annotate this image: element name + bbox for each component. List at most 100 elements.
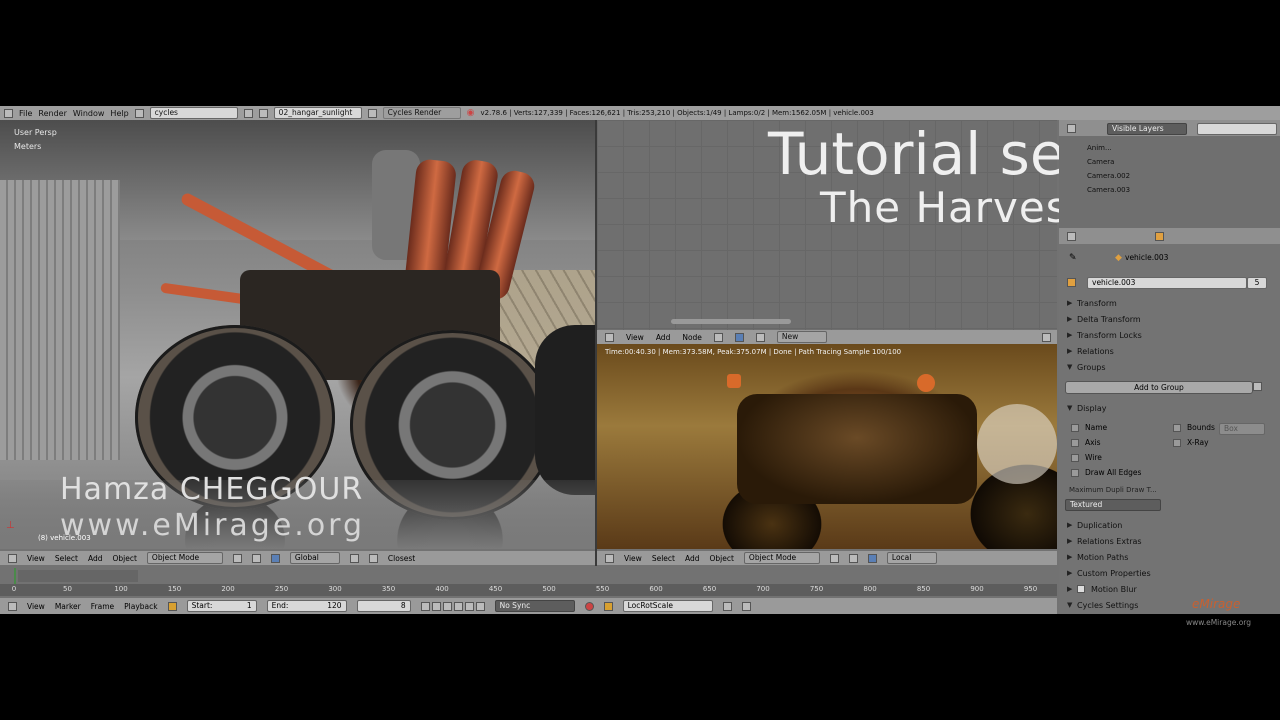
record-icon[interactable] [584,601,594,611]
snap-icon[interactable] [1042,332,1051,342]
menu-add[interactable]: Add [656,333,671,342]
jump-start-icon[interactable] [420,601,430,611]
menu-object[interactable]: Object [709,554,733,563]
rendered-viewport[interactable]: Time:00:40.30 | Mem:373.58M, Peak:375.07… [597,344,1057,549]
add-to-group-button[interactable]: Add to Group [1065,381,1253,394]
keyframe-icon[interactable] [603,601,613,611]
panel-duplication[interactable]: ▶ Duplication [1067,518,1267,532]
motion-blur-checkbox[interactable] [1077,585,1085,593]
menu-render[interactable]: Render [38,109,66,118]
pin-icon[interactable]: ✎ [1069,253,1077,263]
axis-checkbox[interactable]: Axis [1071,438,1101,447]
play-reverse-icon[interactable] [442,601,452,611]
pivot-icon[interactable] [848,553,858,563]
prev-keyframe-icon[interactable] [431,601,441,611]
menu-playback[interactable]: Playback [124,602,157,611]
panel-custom-properties[interactable]: ▶ Custom Properties [1067,566,1267,580]
menu-view[interactable]: View [27,554,45,563]
draw-all-edges-checkbox[interactable]: Draw All Edges [1071,468,1141,477]
menu-object[interactable]: Object [112,554,136,563]
menu-select[interactable]: Select [652,554,675,563]
add-group-plus-icon[interactable] [1253,382,1262,391]
menu-view[interactable]: View [27,602,45,611]
orientation-dropdown[interactable]: Global [289,552,340,564]
panel-transform[interactable]: ▶ Transform [1067,296,1267,310]
menu-file[interactable]: File [19,109,32,118]
editor-type-icon[interactable] [8,553,17,563]
display-mode-dropdown[interactable]: Visible Layers [1107,123,1187,135]
menu-view[interactable]: View [626,333,644,342]
editor-type-icon[interactable] [605,332,614,342]
layers-icon[interactable] [349,553,359,563]
preview-range-icon[interactable] [167,601,177,611]
object-tab-icon[interactable] [1155,232,1164,241]
menu-node[interactable]: Node [682,333,702,342]
pivot-icon[interactable] [251,553,261,563]
outliner-row[interactable]: Camera.002 [1087,172,1130,180]
jump-end-icon[interactable] [475,601,485,611]
snap-target[interactable]: Closest [388,554,415,563]
menu-frame[interactable]: Frame [91,602,114,611]
world-icon[interactable] [755,332,765,342]
node-editor-scrollbar[interactable] [671,319,791,324]
sync-dropdown[interactable]: No Sync [494,600,575,612]
xray-checkbox[interactable]: X-Ray [1173,438,1209,447]
bounds-checkbox[interactable]: Bounds [1173,423,1215,432]
keying-set-field[interactable]: LocRotScale [622,600,713,612]
mode-dropdown[interactable]: Object Mode [743,552,820,564]
scene-icon[interactable] [258,108,268,118]
panel-relations[interactable]: ▶ Relations [1067,344,1267,358]
menu-select[interactable]: Select [55,554,78,563]
mode-dropdown[interactable]: Object Mode [146,552,223,564]
editor-type-icon[interactable] [4,108,13,118]
new-material-button[interactable]: New [776,331,827,343]
panel-groups[interactable]: ▼ Groups [1067,360,1267,374]
editor-type-icon[interactable] [1067,232,1076,241]
shading-icon[interactable] [829,553,839,563]
add-scene-icon[interactable] [367,108,377,118]
delete-key-icon[interactable] [741,601,751,611]
outliner-row[interactable]: Camera.003 [1087,186,1130,194]
bounds-type-dropdown[interactable]: Box [1219,423,1265,435]
snap-icon[interactable] [368,553,378,563]
properties-editor[interactable]: ✎ ◆ vehicle.003 vehicle.003 5 ▶ Transform… [1059,228,1280,614]
panel-relations-extras[interactable]: ▶ Relations Extras [1067,534,1267,548]
panel-motion-blur[interactable]: ▶ Motion Blur [1067,582,1267,596]
panel-transform-locks[interactable]: ▶ Transform Locks [1067,328,1267,342]
menu-help[interactable]: Help [110,109,128,118]
outliner[interactable]: Visible Layers Anim... Camera Camera.002… [1059,120,1280,228]
panel-motion-paths[interactable]: ▶ Motion Paths [1067,550,1267,564]
name-checkbox[interactable]: Name [1071,423,1107,432]
menu-add[interactable]: Add [685,554,700,563]
menu-add[interactable]: Add [88,554,103,563]
viewport-3d[interactable]: User Persp Meters (8) vehicle.003 ⊥ Hamz… [0,120,595,549]
shader-type-icon[interactable] [713,332,723,342]
outliner-row[interactable]: Camera [1087,158,1114,166]
panel-display[interactable]: ▼ Display [1067,401,1267,415]
editor-type-icon[interactable] [8,601,17,611]
object-shader-icon[interactable] [734,332,744,342]
editor-type-icon[interactable] [1067,124,1076,133]
timeline-ruler[interactable]: 0 50 100 150 200 250 300 350 400 450 500 550 600 650 7… [0,584,1057,596]
current-frame-marker[interactable] [14,568,16,584]
screen-layout-field[interactable]: cycles [149,107,238,119]
outliner-search[interactable] [1197,123,1277,135]
max-dupli-dropdown[interactable]: Textured [1065,499,1161,511]
current-frame-field[interactable]: 8 [356,600,411,612]
users-count[interactable]: 5 [1247,277,1267,289]
add-screen-icon[interactable] [243,108,253,118]
outliner-row[interactable]: Anim... [1087,144,1112,152]
object-name-field[interactable]: vehicle.003 [1087,277,1247,289]
shading-icon[interactable] [232,553,242,563]
wire-checkbox[interactable]: Wire [1071,453,1102,462]
orientation-dropdown[interactable]: Local [886,552,937,564]
scene-field[interactable]: 02_hangar_sunlight [273,107,362,119]
menu-view[interactable]: View [624,554,642,563]
render-engine-dropdown[interactable]: Cycles Render [382,107,461,119]
insert-key-icon[interactable] [722,601,732,611]
manipulator-icon[interactable] [270,553,280,563]
end-frame-field[interactable]: End: 120 [266,600,347,612]
editor-type-icon[interactable] [605,553,614,563]
menu-window[interactable]: Window [73,109,105,118]
start-frame-field[interactable]: Start: 1 [186,600,257,612]
